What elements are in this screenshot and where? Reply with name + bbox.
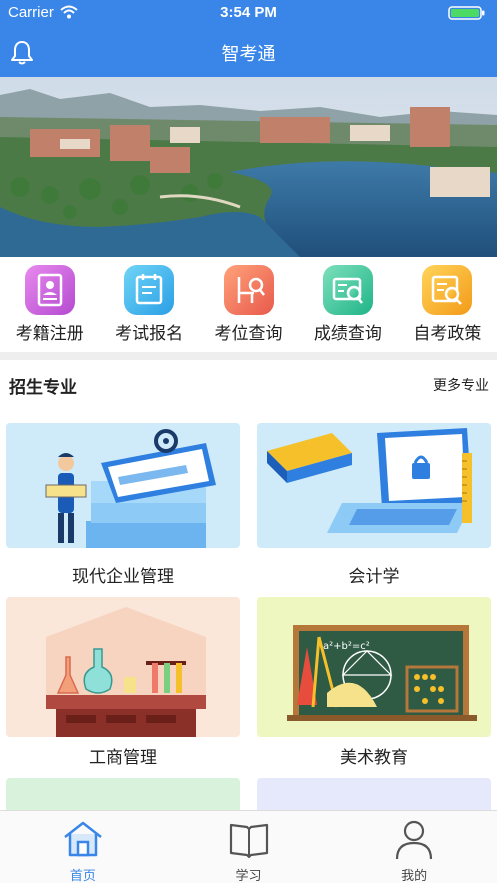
tab-study[interactable]: 学习 (166, 811, 332, 883)
page-title: 智考通 (221, 44, 276, 65)
clipboard-icon (124, 265, 175, 315)
action-exam-signup[interactable]: 考试报名 (99, 257, 198, 352)
major-name: 工商管理 (89, 748, 157, 768)
status-bar: Carrier 3:54 PM (0, 0, 497, 26)
major-card[interactable]: 工商管理 (6, 597, 240, 768)
tab-bar: 首页 学习 我的 (0, 810, 497, 883)
book-icon (229, 823, 268, 859)
user-icon (396, 820, 433, 860)
battery-icon (448, 6, 485, 20)
major-card-partial[interactable] (6, 778, 240, 810)
tab-label: 首页 (69, 869, 96, 883)
score-search-icon (322, 265, 373, 315)
action-label: 自考政策 (413, 324, 482, 344)
quick-actions: 考籍注册 考试报名 考位查询 成绩查询 自考政策 (0, 257, 497, 352)
action-seat-query[interactable]: 考位查询 (199, 257, 298, 352)
major-card[interactable]: a²+b²=c² 美术教育 (257, 597, 491, 768)
tab-home[interactable]: 首页 (0, 811, 166, 883)
major-image (6, 423, 240, 548)
action-label: 成绩查询 (313, 324, 382, 344)
action-label: 考试报名 (115, 324, 184, 344)
major-image (257, 423, 491, 548)
major-image: a²+b²=c² (257, 597, 491, 737)
section-title: 招生专业 (9, 378, 77, 398)
major-card[interactable]: 会计学 (257, 423, 491, 587)
major-name: 现代企业管理 (72, 567, 174, 587)
action-label: 考位查询 (214, 324, 283, 344)
tab-label: 我的 (401, 869, 428, 883)
policy-search-icon (422, 265, 473, 315)
campus-banner[interactable] (0, 77, 497, 257)
section-divider (0, 352, 497, 360)
action-score-query[interactable]: 成绩查询 (298, 257, 397, 352)
major-name: 会计学 (348, 567, 400, 587)
chair-search-icon (223, 265, 274, 315)
status-time: 3:54 PM (220, 4, 277, 21)
id-card-icon (24, 265, 75, 315)
major-name: 美术教育 (340, 748, 408, 768)
major-card[interactable]: 现代企业管理 (6, 423, 240, 587)
major-image (6, 597, 240, 737)
home-icon (64, 821, 102, 857)
action-registration[interactable]: 考籍注册 (0, 257, 99, 352)
top-bar: Carrier 3:54 PM 智考通 (0, 0, 497, 77)
tab-mine[interactable]: 我的 (331, 811, 497, 883)
action-policy[interactable]: 自考政策 (398, 257, 497, 352)
svg-text:a²+b²=c²: a²+b²=c² (323, 641, 370, 652)
action-label: 考籍注册 (15, 324, 84, 344)
more-majors-link[interactable]: 更多专业 (433, 375, 489, 395)
major-card-partial[interactable] (257, 778, 491, 810)
tab-label: 学习 (235, 869, 262, 883)
